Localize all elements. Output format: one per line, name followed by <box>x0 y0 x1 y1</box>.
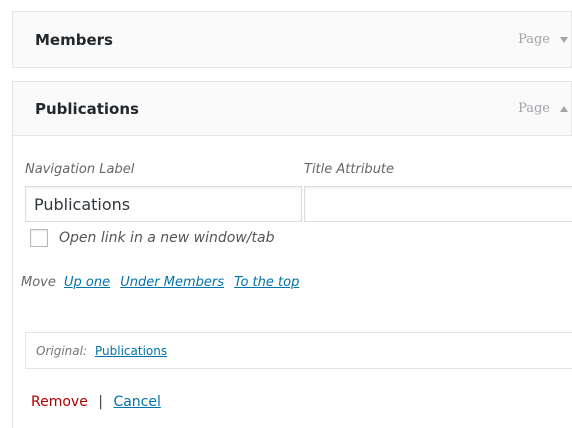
menu-item-controls[interactable]: Page <box>518 12 571 67</box>
original-label: Original: <box>36 343 87 358</box>
menu-item-publications[interactable]: Publications Page <box>12 81 572 136</box>
menu-item-members[interactable]: Members Page <box>12 11 572 68</box>
cancel-link[interactable]: Cancel <box>113 394 160 410</box>
menu-item-title: Publications <box>35 99 139 118</box>
move-label: Move <box>21 275 56 290</box>
move-under-members-link[interactable]: Under Members <box>120 275 224 290</box>
move-up-one-link[interactable]: Up one <box>64 275 110 290</box>
move-row: Move Up one Under Members To the top <box>21 275 299 290</box>
expand-arrow-icon[interactable] <box>560 36 568 43</box>
collapse-arrow-icon[interactable] <box>560 105 568 112</box>
navigation-label-input[interactable]: Publications <box>25 186 302 222</box>
menu-item-type: Page <box>518 32 550 47</box>
remove-link[interactable]: Remove <box>31 394 88 410</box>
menu-item-settings: Navigation Label Publications Title Attr… <box>12 136 572 428</box>
original-link[interactable]: Publications <box>95 344 167 358</box>
new-window-checkbox[interactable] <box>30 229 48 247</box>
move-to-top-link[interactable]: To the top <box>234 275 299 290</box>
new-window-label: Open link in a new window/tab <box>59 230 275 246</box>
title-attribute-caption: Title Attribute <box>304 162 395 177</box>
action-separator: | <box>98 394 103 410</box>
menu-item-title: Members <box>35 30 113 49</box>
navigation-label-caption: Navigation Label <box>25 162 135 177</box>
title-attribute-input[interactable] <box>304 186 572 222</box>
item-actions: Remove | Cancel <box>31 394 161 410</box>
original-box: Original: Publications <box>25 332 572 369</box>
menu-item-type: Page <box>518 101 550 116</box>
menu-item-controls[interactable]: Page <box>518 82 571 135</box>
